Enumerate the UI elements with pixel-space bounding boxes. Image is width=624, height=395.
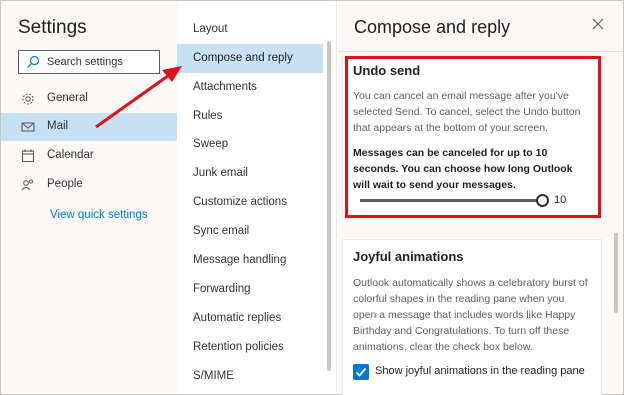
search-input[interactable] bbox=[47, 53, 157, 71]
search-box[interactable] bbox=[18, 50, 160, 74]
settings-title: Settings bbox=[18, 17, 87, 38]
scrollbar[interactable] bbox=[327, 41, 331, 371]
annotation-highlight-box bbox=[345, 56, 601, 218]
calendar-icon bbox=[21, 149, 35, 163]
menu-item-label: Attachments bbox=[193, 81, 257, 93]
menu-item-sweep[interactable]: Sweep bbox=[177, 130, 323, 159]
nav-item-people[interactable]: People bbox=[1, 171, 177, 199]
settings-nav-pane: Settings General Mail Calendar bbox=[1, 1, 177, 394]
scrollbar[interactable] bbox=[614, 233, 618, 313]
pane-title: Compose and reply bbox=[354, 17, 511, 37]
joyful-animations-checkbox[interactable] bbox=[353, 364, 369, 380]
close-icon[interactable] bbox=[591, 17, 605, 31]
menu-item-label: Junk email bbox=[193, 167, 248, 179]
divider bbox=[338, 51, 623, 52]
menu-item-layout[interactable]: Layout bbox=[177, 15, 323, 44]
menu-item-automatic-replies[interactable]: Automatic replies bbox=[177, 304, 323, 333]
menu-item-sync-email[interactable]: Sync email bbox=[177, 217, 323, 246]
menu-item-label: Forwarding bbox=[193, 283, 251, 295]
nav-item-calendar[interactable]: Calendar bbox=[1, 142, 177, 170]
nav-item-label: People bbox=[47, 178, 83, 190]
menu-item-label: Layout bbox=[193, 23, 228, 35]
menu-item-attachments[interactable]: Attachments bbox=[177, 73, 323, 102]
menu-item-label: Customize actions bbox=[193, 196, 287, 208]
menu-item-customize-actions[interactable]: Customize actions bbox=[177, 188, 323, 217]
view-quick-settings-link[interactable]: View quick settings bbox=[50, 209, 148, 221]
compose-and-reply-pane: Compose and reply Undo send You can canc… bbox=[338, 1, 623, 395]
mail-settings-list: Layout Compose and reply Attachments Rul… bbox=[177, 1, 337, 394]
menu-item-label: Sync email bbox=[193, 225, 250, 237]
nav-item-label: Mail bbox=[47, 120, 69, 132]
menu-item-forwarding[interactable]: Forwarding bbox=[177, 275, 323, 304]
menu-item-label: Retention policies bbox=[193, 341, 284, 353]
nav-item-general[interactable]: General bbox=[1, 85, 177, 113]
menu-item-smime[interactable]: S/MIME bbox=[177, 362, 323, 391]
gear-icon bbox=[22, 93, 34, 105]
menu-item-compose-and-reply[interactable]: Compose and reply bbox=[177, 44, 323, 73]
search-icon bbox=[27, 55, 40, 68]
joyful-animations-title: Joyful animations bbox=[353, 249, 464, 264]
menu-item-label: Automatic replies bbox=[193, 312, 282, 324]
joyful-animations-checkbox-label[interactable]: Show joyful animations in the reading pa… bbox=[375, 365, 585, 377]
nav-item-label: Calendar bbox=[47, 149, 94, 161]
menu-item-retention-policies[interactable]: Retention policies bbox=[177, 333, 323, 362]
people-icon bbox=[21, 179, 34, 191]
menu-item-label: Message handling bbox=[193, 254, 287, 266]
joyful-animations-description: Outlook automatically shows a celebrator… bbox=[353, 277, 588, 353]
menu-item-label: Sweep bbox=[193, 138, 229, 150]
checkmark-icon bbox=[355, 367, 367, 377]
menu-item-label: Rules bbox=[193, 110, 223, 122]
menu-item-rules[interactable]: Rules bbox=[177, 102, 323, 131]
nav-item-mail[interactable]: Mail bbox=[1, 113, 177, 141]
menu-item-label: S/MIME bbox=[193, 370, 234, 382]
mail-icon bbox=[21, 122, 35, 132]
nav-item-label: General bbox=[47, 92, 88, 104]
menu-item-junk-email[interactable]: Junk email bbox=[177, 159, 323, 188]
menu-item-label: Compose and reply bbox=[193, 52, 293, 64]
menu-item-message-handling[interactable]: Message handling bbox=[177, 246, 323, 275]
